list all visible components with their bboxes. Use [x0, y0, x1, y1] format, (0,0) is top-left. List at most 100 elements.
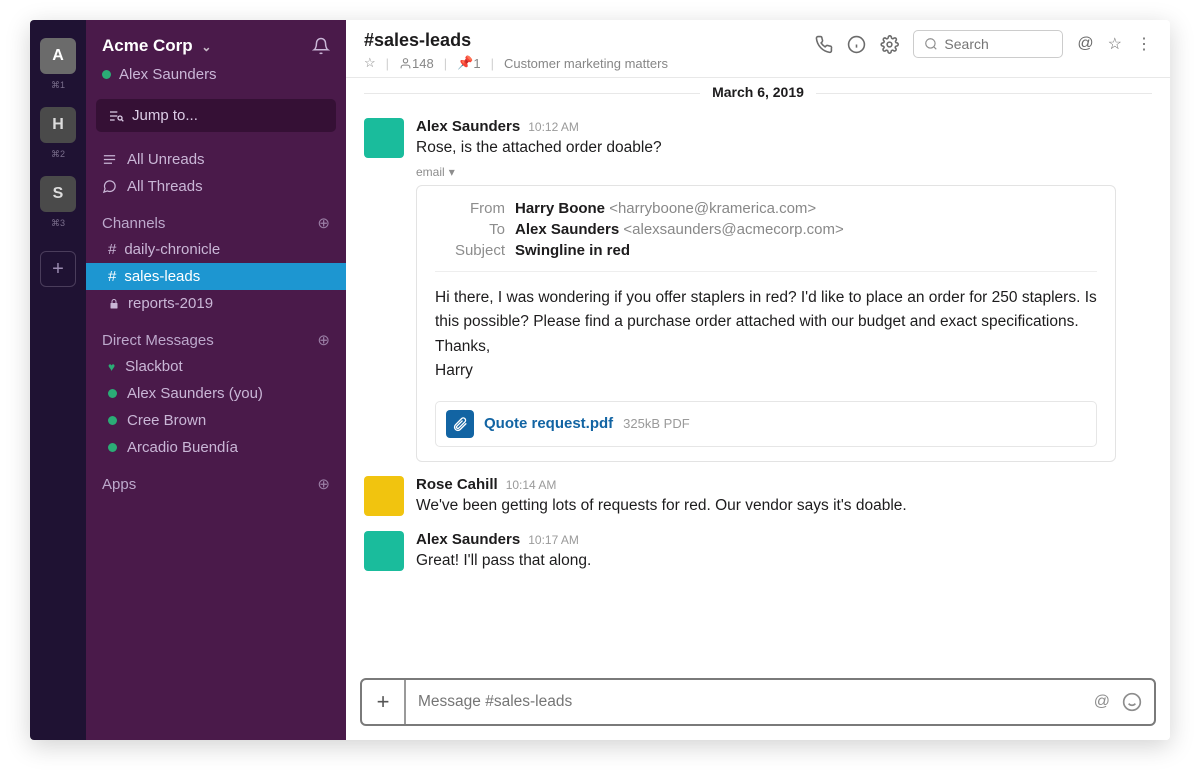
dm-label: Arcadio Buendía	[127, 439, 238, 456]
composer-input[interactable]	[406, 680, 1082, 724]
workspace-switch-s[interactable]: S	[40, 176, 76, 212]
dm-label: Cree Brown	[127, 412, 206, 429]
unreads-icon	[102, 152, 117, 167]
pin-count[interactable]: 📌 1	[457, 55, 480, 71]
email-tag[interactable]: email ▾	[416, 165, 1152, 179]
app-window: A ⌘1 H ⌘2 S ⌘3 + Acme Corp ⌄ Alex Saunde…	[30, 20, 1170, 740]
avatar[interactable]	[364, 531, 404, 571]
star-channel-icon[interactable]: ☆	[364, 55, 376, 71]
message-list: March 6, 2019 Alex Saunders 10:12 AM Ros…	[346, 78, 1170, 670]
chevron-down-icon: ⌄	[201, 40, 211, 54]
workspace-rail: A ⌘1 H ⌘2 S ⌘3 +	[30, 20, 86, 740]
dm-arcadio-buendia[interactable]: Arcadio Buendía	[86, 434, 346, 461]
jump-icon	[108, 108, 124, 124]
presence-dot-icon	[108, 389, 117, 398]
dm-header-label: Direct Messages	[102, 332, 214, 349]
channel-label: daily-chronicle	[124, 241, 220, 258]
email-tag-label: email	[416, 165, 445, 179]
avatar[interactable]	[364, 118, 404, 158]
mention-icon[interactable]: @	[1094, 692, 1110, 712]
email-subject-label: Subject	[435, 242, 505, 259]
composer-add-button[interactable]: +	[362, 680, 406, 724]
apps-section-header[interactable]: Apps ⊕	[86, 461, 346, 497]
presence-dot-icon	[102, 70, 111, 79]
dm-self[interactable]: Alex Saunders (you)	[86, 380, 346, 407]
jump-label: Jump to...	[132, 107, 198, 124]
search-input[interactable]	[944, 36, 1044, 52]
workspace-menu[interactable]: Acme Corp ⌄	[102, 36, 211, 56]
email-body-line: Thanks,	[435, 335, 1097, 359]
email-card: From Harry Boone <harryboone@kramerica.c…	[416, 185, 1116, 461]
channels-header-label: Channels	[102, 215, 165, 232]
apps-header-label: Apps	[102, 476, 136, 493]
message-author[interactable]: Alex Saunders	[416, 118, 520, 135]
email-from-addr: <harryboone@kramerica.com>	[609, 200, 816, 217]
dm-slackbot[interactable]: ♥ Slackbot	[86, 353, 346, 380]
all-threads-label: All Threads	[127, 178, 203, 195]
email-body: Hi there, I was wondering if you offer s…	[435, 272, 1097, 386]
main-panel: #sales-leads ☆ | 148 | 📌 1 | Customer ma…	[346, 20, 1170, 740]
current-user-name: Alex Saunders	[119, 66, 217, 83]
channel-topic[interactable]: Customer marketing matters	[504, 56, 668, 71]
star-icon[interactable]: ☆	[1108, 34, 1122, 54]
dm-label: Slackbot	[125, 358, 183, 375]
sidebar: Acme Corp ⌄ Alex Saunders Jump to... All…	[86, 20, 346, 740]
dm-section-header[interactable]: Direct Messages ⊕	[86, 317, 346, 353]
channel-sales-leads[interactable]: # sales-leads	[86, 263, 346, 290]
call-icon[interactable]	[814, 35, 833, 54]
all-unreads-label: All Unreads	[127, 151, 205, 168]
channel-reports-2019[interactable]: reports-2019	[86, 290, 346, 317]
message-author[interactable]: Rose Cahill	[416, 476, 498, 493]
workspace-name: Acme Corp	[102, 36, 193, 55]
message-composer: + @	[360, 678, 1156, 726]
email-from-label: From	[435, 200, 505, 217]
add-app-icon[interactable]: ⊕	[317, 475, 330, 493]
current-user[interactable]: Alex Saunders	[86, 66, 346, 95]
all-unreads-link[interactable]: All Unreads	[86, 146, 346, 173]
threads-icon	[102, 179, 117, 194]
channel-header: #sales-leads ☆ | 148 | 📌 1 | Customer ma…	[346, 20, 1170, 78]
lock-icon	[108, 298, 120, 310]
email-to-label: To	[435, 221, 505, 238]
date-divider: March 6, 2019	[364, 84, 1152, 102]
attachment[interactable]: Quote request.pdf 325kB PDF	[435, 401, 1097, 447]
notifications-bell-icon[interactable]	[312, 37, 330, 55]
member-count-value: 148	[412, 56, 434, 71]
pin-icon: 📌	[457, 55, 473, 71]
add-dm-icon[interactable]: ⊕	[317, 331, 330, 349]
add-workspace-button[interactable]: +	[40, 251, 76, 287]
search-box[interactable]	[913, 30, 1063, 58]
message: Alex Saunders 10:17 AM Great! I'll pass …	[364, 525, 1152, 580]
emoji-icon[interactable]	[1122, 692, 1142, 712]
channel-label: reports-2019	[128, 295, 213, 312]
message: Rose Cahill 10:14 AM We've been getting …	[364, 470, 1152, 525]
email-body-line: Harry	[435, 359, 1097, 383]
message: Alex Saunders 10:12 AM Rose, is the atta…	[364, 112, 1152, 470]
message-body: Great! I'll pass that along.	[416, 550, 1152, 572]
attachment-name: Quote request.pdf	[484, 415, 613, 432]
member-count[interactable]: 148	[399, 56, 434, 71]
channel-title[interactable]: #sales-leads	[364, 30, 668, 51]
email-subject: Swingline in red	[515, 242, 1097, 259]
message-body: Rose, is the attached order doable?	[416, 137, 1152, 159]
workspace-switch-h[interactable]: H	[40, 107, 76, 143]
mentions-icon[interactable]: @	[1077, 35, 1093, 53]
caret-down-icon: ▾	[449, 165, 455, 179]
all-threads-link[interactable]: All Threads	[86, 173, 346, 200]
channel-daily-chronicle[interactable]: # daily-chronicle	[86, 236, 346, 263]
jump-to-input[interactable]: Jump to...	[96, 99, 336, 132]
dm-label: Alex Saunders (you)	[127, 385, 263, 402]
presence-dot-icon	[108, 416, 117, 425]
info-icon[interactable]	[847, 35, 866, 54]
avatar[interactable]	[364, 476, 404, 516]
channels-section-header[interactable]: Channels ⊕	[86, 200, 346, 236]
attachment-meta: 325kB PDF	[623, 416, 689, 431]
add-channel-icon[interactable]: ⊕	[317, 214, 330, 232]
workspace-switch-a[interactable]: A	[40, 38, 76, 74]
message-time: 10:12 AM	[528, 120, 579, 134]
message-author[interactable]: Alex Saunders	[416, 531, 520, 548]
more-menu-icon[interactable]: ⋮	[1136, 34, 1152, 54]
presence-dot-icon	[108, 443, 117, 452]
dm-cree-brown[interactable]: Cree Brown	[86, 407, 346, 434]
settings-gear-icon[interactable]	[880, 35, 899, 54]
